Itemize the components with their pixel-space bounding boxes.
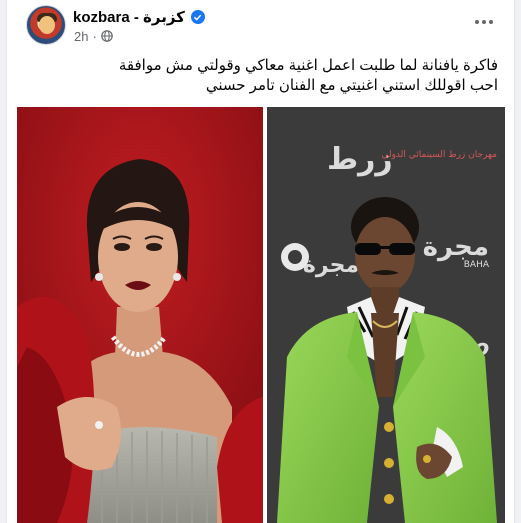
backdrop-sponsor-2: مجرة: [303, 253, 359, 278]
backdrop-sponsor: مجرة: [423, 232, 489, 262]
post-header: kozbara - كزبرة 2h ·: [7, 0, 514, 52]
verified-badge-icon: [190, 10, 205, 24]
meta-separator: ·: [92, 28, 97, 44]
photo-right[interactable]: زرط مجرة BAHA مجرة Cairo مهرجان زرط السي…: [267, 107, 505, 523]
post-text-line: احب اقوللك استني اغنيتي مع الفنان تامر ح…: [205, 77, 498, 94]
more-dot-icon: [475, 20, 479, 24]
more-dot-icon: [489, 20, 493, 24]
more-dot-icon: [482, 20, 486, 24]
author-line: kozbara - كزبرة: [73, 8, 205, 26]
more-options-button[interactable]: [472, 10, 496, 34]
author-name[interactable]: kozbara - كزبرة: [73, 8, 185, 26]
post-meta: 2h ·: [74, 28, 113, 44]
post-timestamp[interactable]: 2h: [74, 29, 88, 44]
photo-left[interactable]: [17, 107, 263, 523]
post-card: kozbara - كزبرة 2h · فاكرة يافنانة لما ط…: [6, 0, 515, 523]
post-text: فاكرة يافنانة لما طلبت اعمل اغنية معاكي …: [28, 56, 498, 96]
backdrop-logo-subtitle: مهرجان زرط السينمائي الدولي: [381, 150, 497, 160]
photo-grid: زرط مجرة BAHA مجرة Cairo مهرجان زرط السي…: [17, 107, 505, 523]
backdrop-sponsor-latin: BAHA: [464, 260, 490, 270]
globe-icon: [101, 30, 113, 42]
post-text-line: فاكرة يافنانة لما طلبت اعمل اغنية معاكي …: [118, 57, 498, 74]
avatar[interactable]: [26, 5, 66, 45]
